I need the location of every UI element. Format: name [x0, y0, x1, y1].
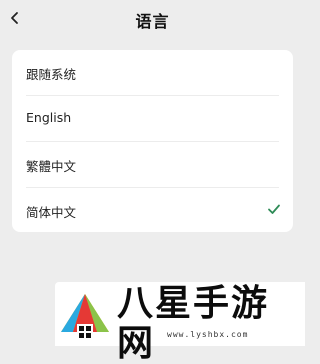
watermark-brand: 八星手游网: [117, 283, 270, 364]
language-label: 跟随系统: [26, 67, 77, 82]
language-label: 简体中文: [26, 205, 77, 220]
page-title: 语言: [135, 12, 170, 31]
language-option-follow-system[interactable]: 跟随系统: [12, 50, 293, 95]
language-option-traditional-chinese[interactable]: 繁體中文: [12, 142, 293, 187]
language-list: 跟随系统 English 繁體中文 简体中文: [12, 50, 293, 232]
brand-logo-icon: [61, 294, 109, 340]
language-option-simplified-chinese[interactable]: 简体中文: [12, 188, 293, 232]
checkmark-icon: [268, 204, 280, 214]
watermark: 八星手游网 www.lyshbx.com: [55, 282, 305, 364]
watermark-url: www.lyshbx.com: [167, 330, 249, 339]
language-label: English: [26, 110, 72, 125]
header-bar: 语言: [0, 0, 305, 38]
language-option-english[interactable]: English: [12, 96, 293, 141]
language-label: 繁體中文: [26, 159, 77, 174]
